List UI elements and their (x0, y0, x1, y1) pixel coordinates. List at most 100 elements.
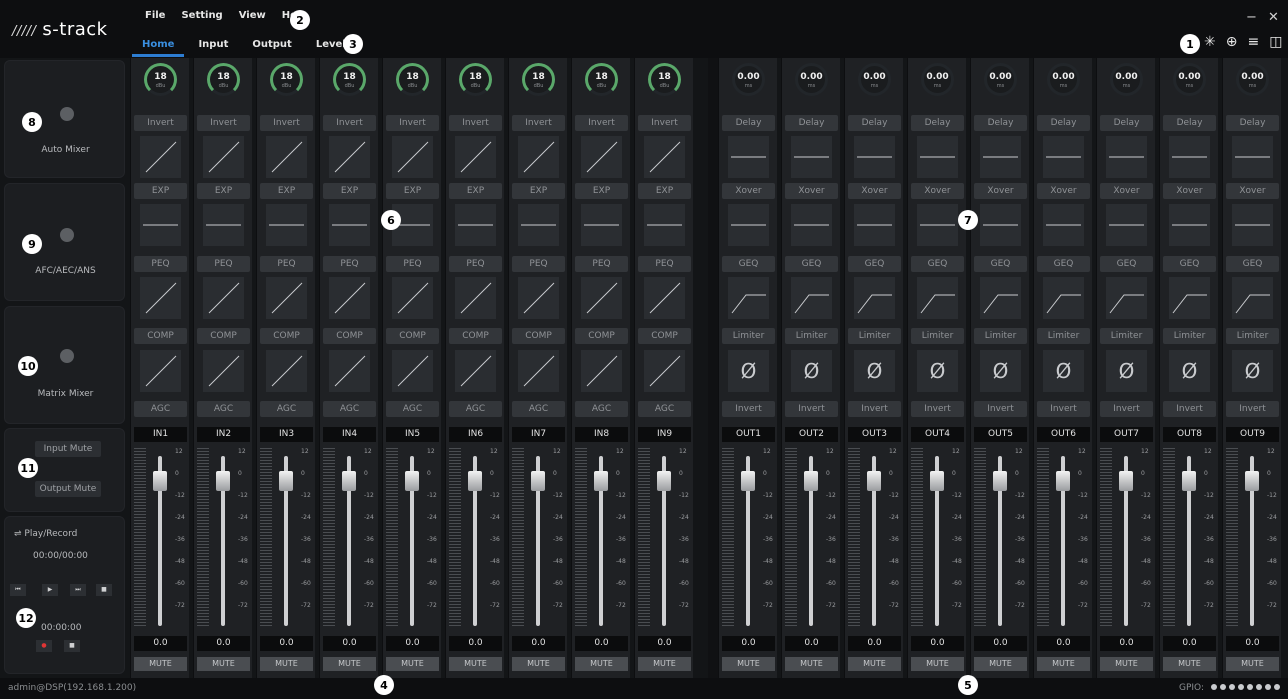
invert-button[interactable]: Invert (575, 115, 628, 131)
mute-button[interactable]: MUTE (785, 657, 838, 671)
response-graph[interactable] (581, 136, 622, 178)
response-graph[interactable] (329, 350, 370, 392)
exp-button[interactable]: EXP (197, 183, 250, 199)
response-graph[interactable] (329, 277, 370, 319)
close-button[interactable]: ✕ (1268, 10, 1279, 25)
mute-button[interactable]: MUTE (449, 657, 502, 671)
save-icon[interactable]: ◫ (1269, 34, 1282, 50)
limiter-button[interactable]: Limiter (1037, 328, 1090, 344)
response-graph[interactable] (791, 277, 832, 319)
response-graph[interactable] (854, 277, 895, 319)
fader-handle[interactable] (1182, 471, 1196, 491)
phase-invert-icon[interactable]: Ø (728, 350, 769, 392)
invert-button[interactable]: Invert (722, 401, 775, 417)
invert-button[interactable]: Invert (449, 115, 502, 131)
fader-handle[interactable] (153, 471, 167, 491)
response-graph[interactable] (518, 350, 559, 392)
geq-button[interactable]: GEQ (974, 256, 1027, 272)
phase-invert-icon[interactable]: Ø (854, 350, 895, 392)
delay-button[interactable]: Delay (1226, 115, 1279, 131)
response-graph[interactable] (329, 204, 370, 246)
gain-knob[interactable]: 18 dBu (585, 63, 618, 96)
gain-knob[interactable]: 18 dBu (270, 63, 303, 96)
limiter-button[interactable]: Limiter (1163, 328, 1216, 344)
response-graph[interactable] (455, 350, 496, 392)
mute-button[interactable]: MUTE (722, 657, 775, 671)
fader-handle[interactable] (741, 471, 755, 491)
comp-button[interactable]: COMP (449, 328, 502, 344)
exp-button[interactable]: EXP (260, 183, 313, 199)
fader-value[interactable]: 0.0 (1037, 636, 1090, 651)
fader-value[interactable]: 0.0 (386, 636, 439, 651)
fader-value[interactable]: 0.0 (449, 636, 502, 651)
mute-button[interactable]: MUTE (575, 657, 628, 671)
phase-invert-icon[interactable]: Ø (1106, 350, 1147, 392)
mute-button[interactable]: MUTE (911, 657, 964, 671)
delay-knob[interactable]: 0.00 ms (858, 63, 891, 96)
invert-button[interactable]: Invert (1163, 401, 1216, 417)
delay-knob[interactable]: 0.00 ms (732, 63, 765, 96)
exp-button[interactable]: EXP (638, 183, 691, 199)
comp-button[interactable]: COMP (575, 328, 628, 344)
delay-knob[interactable]: 0.00 ms (921, 63, 954, 96)
delay-button[interactable]: Delay (848, 115, 901, 131)
invert-button[interactable]: Invert (386, 115, 439, 131)
phase-invert-icon[interactable]: Ø (1232, 350, 1273, 392)
peq-button[interactable]: PEQ (512, 256, 565, 272)
fader-handle[interactable] (657, 471, 671, 491)
invert-button[interactable]: Invert (1037, 401, 1090, 417)
mute-button[interactable]: MUTE (1100, 657, 1153, 671)
mute-button[interactable]: MUTE (1163, 657, 1216, 671)
response-graph[interactable] (980, 204, 1021, 246)
agc-button[interactable]: AGC (512, 401, 565, 417)
comp-button[interactable]: COMP (134, 328, 187, 344)
fader-value[interactable]: 0.0 (1226, 636, 1279, 651)
fader-value[interactable]: 0.0 (722, 636, 775, 651)
fader-handle[interactable] (531, 471, 545, 491)
limiter-button[interactable]: Limiter (785, 328, 838, 344)
response-graph[interactable] (203, 350, 244, 392)
tab-output[interactable]: Output (240, 35, 303, 57)
gain-knob[interactable]: 18 dBu (333, 63, 366, 96)
xover-button[interactable]: Xover (1037, 183, 1090, 199)
geq-button[interactable]: GEQ (1100, 256, 1153, 272)
fader-handle[interactable] (405, 471, 419, 491)
fader-handle[interactable] (867, 471, 881, 491)
next-track-icon[interactable]: ⏭ (70, 584, 86, 596)
agc-button[interactable]: AGC (575, 401, 628, 417)
peq-button[interactable]: PEQ (575, 256, 628, 272)
comp-button[interactable]: COMP (512, 328, 565, 344)
phase-invert-icon[interactable]: Ø (791, 350, 832, 392)
fader-handle[interactable] (279, 471, 293, 491)
fader-value[interactable]: 0.0 (323, 636, 376, 651)
fader-value[interactable]: 0.0 (638, 636, 691, 651)
limiter-button[interactable]: Limiter (1100, 328, 1153, 344)
phase-invert-icon[interactable]: Ø (980, 350, 1021, 392)
stop-icon[interactable]: ■ (96, 584, 112, 596)
response-graph[interactable] (854, 136, 895, 178)
response-graph[interactable] (791, 136, 832, 178)
invert-button[interactable]: Invert (785, 401, 838, 417)
fader-handle[interactable] (216, 471, 230, 491)
delay-button[interactable]: Delay (1100, 115, 1153, 131)
response-graph[interactable] (1043, 136, 1084, 178)
mute-button[interactable]: MUTE (512, 657, 565, 671)
agc-button[interactable]: AGC (323, 401, 376, 417)
delay-knob[interactable]: 0.00 ms (1047, 63, 1080, 96)
delay-button[interactable]: Delay (1037, 115, 1090, 131)
xover-button[interactable]: Xover (722, 183, 775, 199)
output-mute-button[interactable]: Output Mute (35, 481, 101, 497)
invert-button[interactable]: Invert (1100, 401, 1153, 417)
response-graph[interactable] (728, 277, 769, 319)
exp-button[interactable]: EXP (323, 183, 376, 199)
response-graph[interactable] (518, 277, 559, 319)
delay-knob[interactable]: 0.00 ms (984, 63, 1017, 96)
mute-button[interactable]: MUTE (1037, 657, 1090, 671)
xover-button[interactable]: Xover (974, 183, 1027, 199)
delay-knob[interactable]: 0.00 ms (1173, 63, 1206, 96)
fader-handle[interactable] (1056, 471, 1070, 491)
xover-button[interactable]: Xover (1226, 183, 1279, 199)
fader-value[interactable]: 0.0 (1100, 636, 1153, 651)
response-graph[interactable] (1232, 204, 1273, 246)
xover-button[interactable]: Xover (785, 183, 838, 199)
